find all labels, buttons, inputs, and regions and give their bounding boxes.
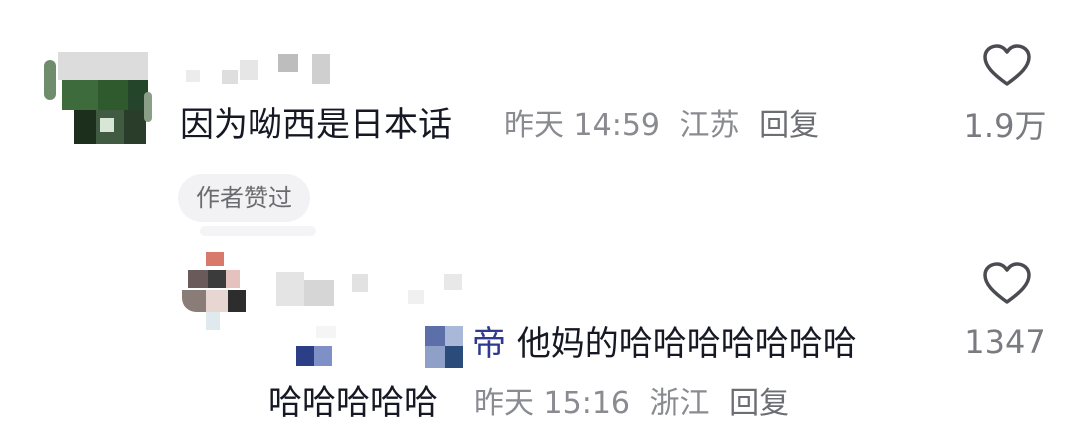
avatar-blur: [44, 60, 56, 100]
avatar-blur: [74, 110, 96, 144]
reply-location: 浙江: [649, 386, 710, 421]
avatar[interactable]: [180, 252, 264, 332]
comment-text: 因为呦西是日本话: [180, 105, 452, 145]
emoji-blurred: [296, 346, 332, 366]
avatar-blur: [124, 110, 146, 144]
avatar-blur: [62, 80, 98, 110]
heart-outline-icon[interactable]: [983, 262, 1031, 306]
divider-shadow: [200, 226, 316, 236]
like-count: 1347: [964, 323, 1046, 361]
reply-meta: 昨天 15:16 浙江 回复: [474, 384, 799, 424]
author-liked-badge: 作者赞过: [178, 174, 310, 222]
reply-button[interactable]: 回复: [729, 386, 789, 421]
reply-button[interactable]: 回复: [759, 108, 819, 143]
username-blurred[interactable]: [182, 50, 342, 86]
reply-time: 昨天 15:16: [474, 386, 630, 421]
comment-meta: 昨天 14:59 江苏 回复: [504, 106, 829, 146]
reply-text-line1: 他妈的哈哈哈哈哈哈哈: [516, 324, 857, 364]
avatar-blur: [98, 80, 128, 110]
avatar[interactable]: [44, 52, 152, 144]
reply-text-line2: 哈哈哈哈哈: [268, 383, 438, 423]
avatar-blur: [58, 52, 148, 80]
comment-time: 昨天 14:59: [504, 108, 660, 143]
username-blurred[interactable]: [276, 262, 476, 338]
avatar-blur: [100, 118, 114, 132]
emoji-blurred: [425, 326, 463, 368]
heart-outline-icon[interactable]: [983, 44, 1031, 88]
like-count: 1.9万: [963, 107, 1047, 145]
avatar-blur: [144, 92, 152, 122]
comment-location: 江苏: [679, 108, 740, 143]
reply-text: 帝 他妈的哈哈哈哈哈哈哈: [472, 322, 857, 366]
emoji-text: 帝: [472, 324, 506, 364]
